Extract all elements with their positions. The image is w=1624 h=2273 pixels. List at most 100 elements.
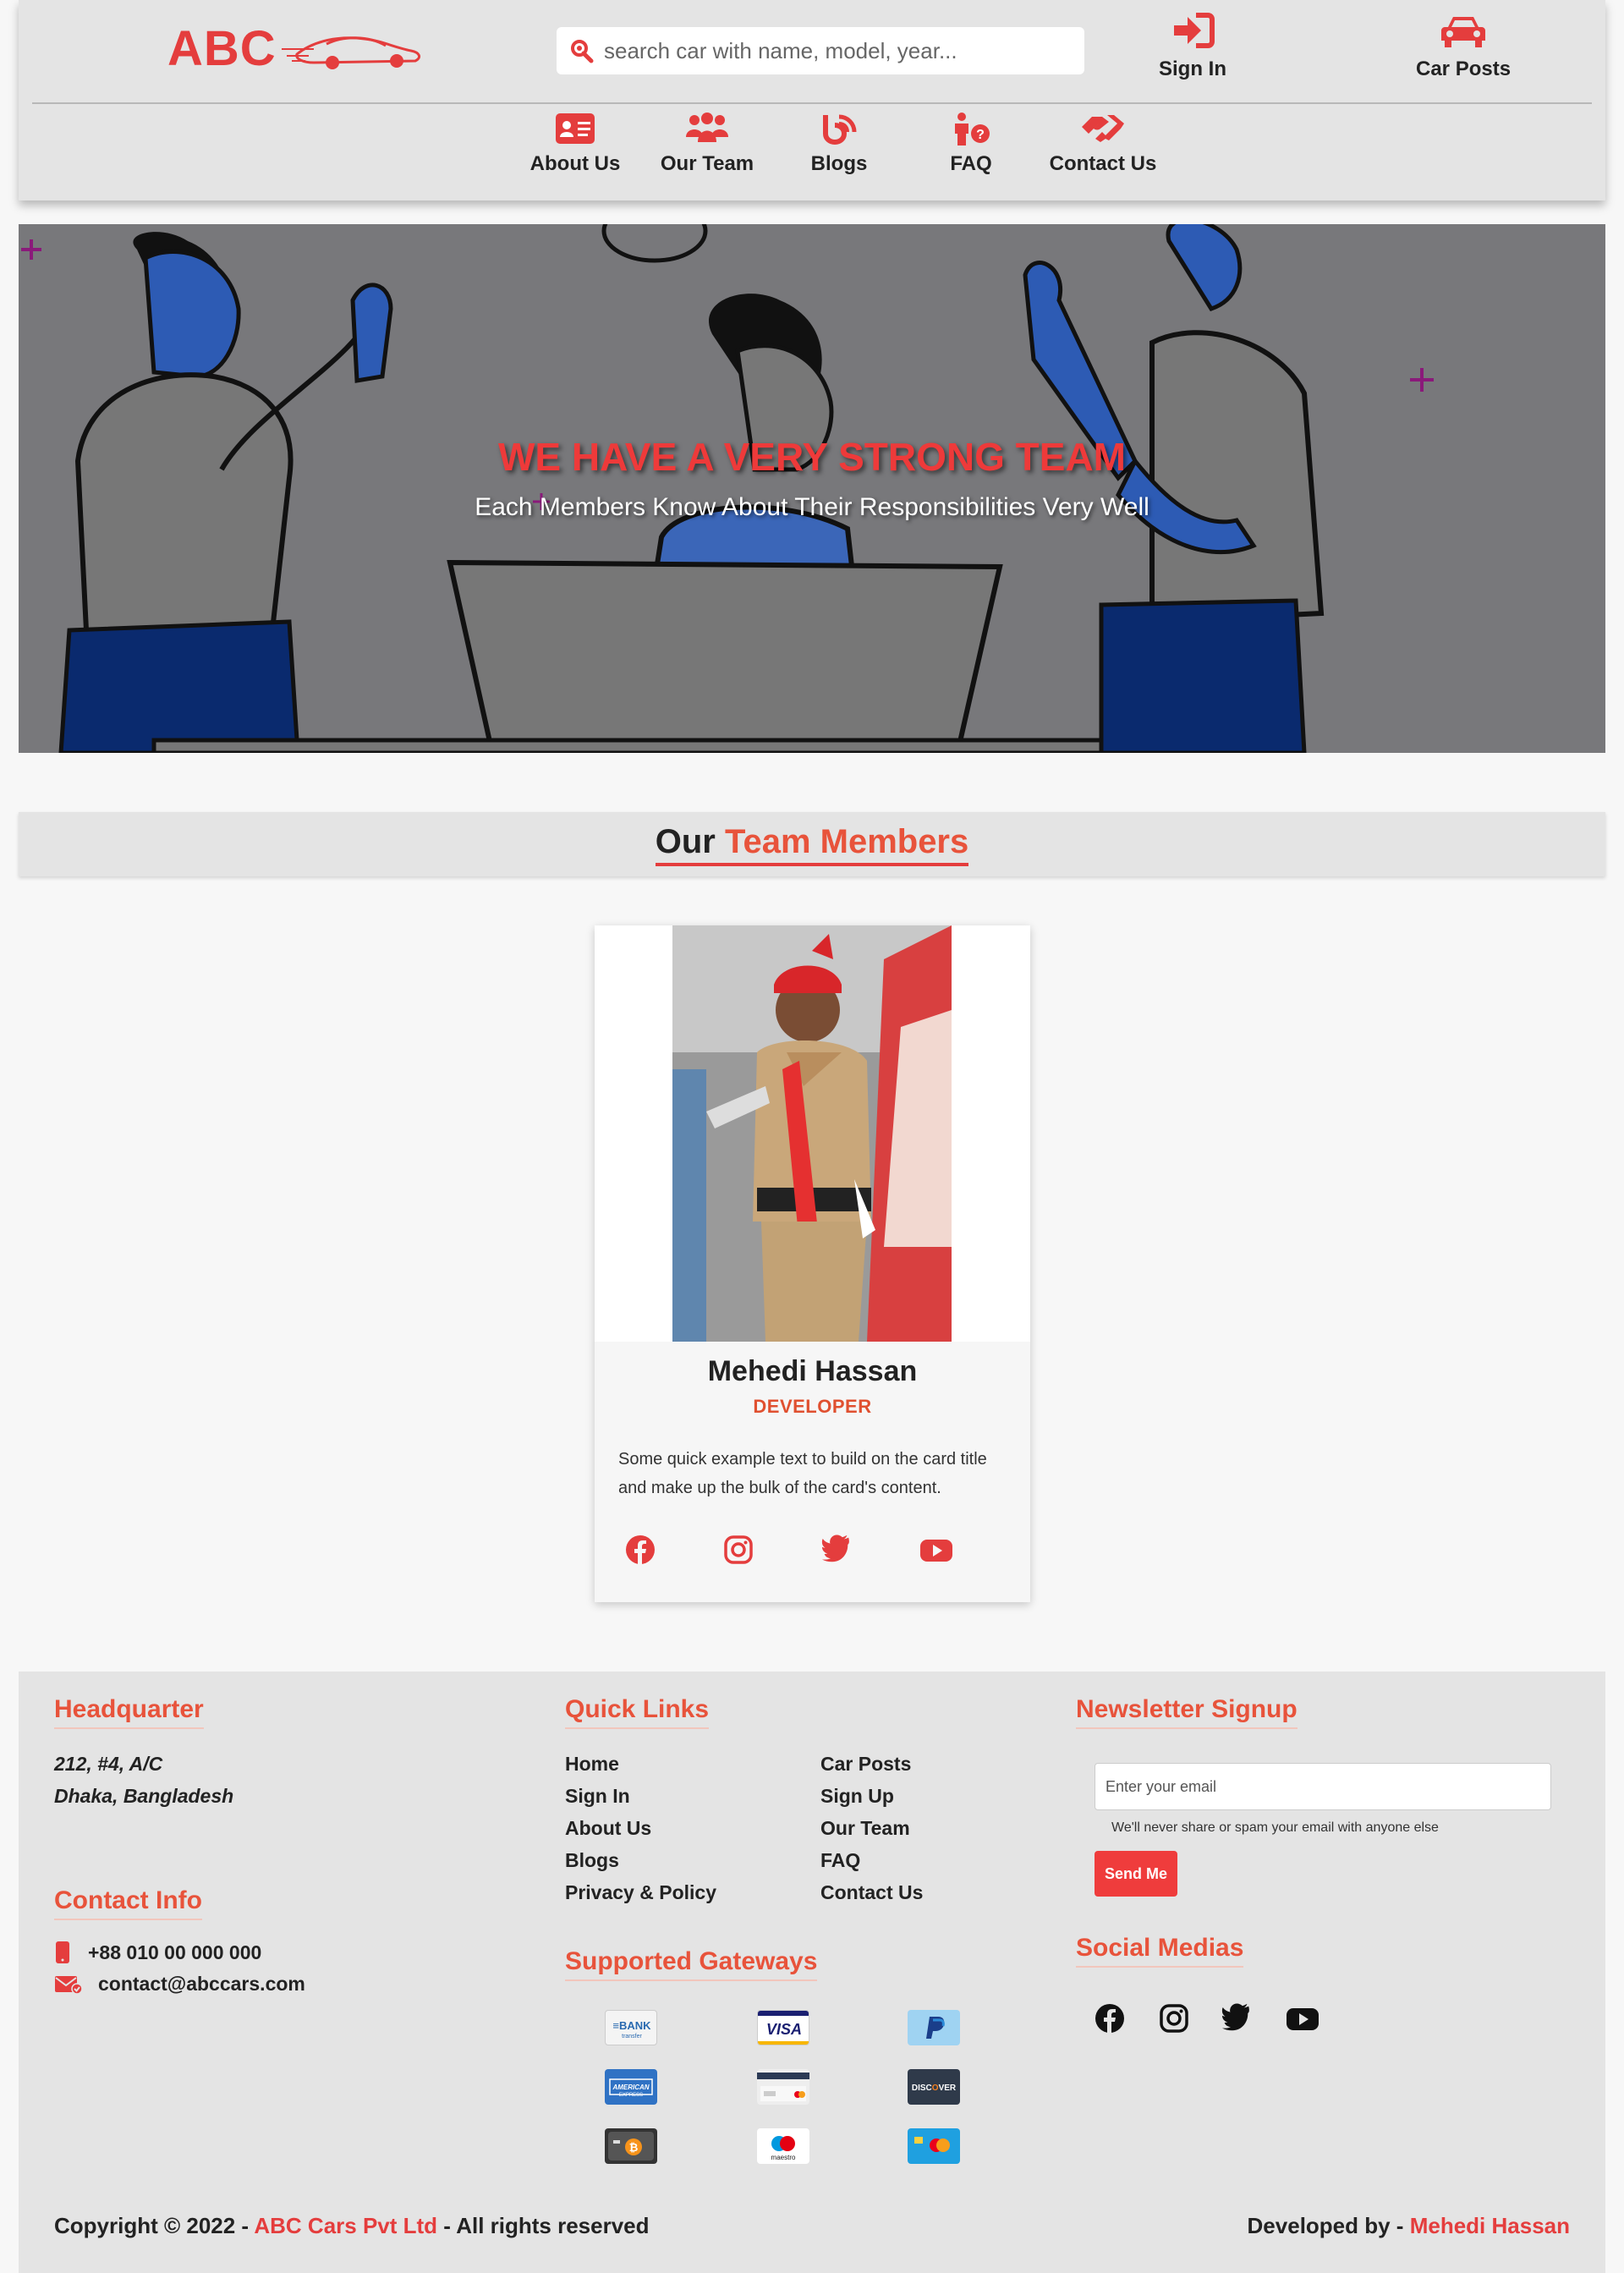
footer-link-contact-us[interactable]: Contact Us	[820, 1881, 923, 1904]
svg-text:AMERICAN: AMERICAN	[612, 2084, 649, 2091]
newsletter-title: Newsletter Signup	[1076, 1695, 1298, 1729]
blog-icon	[823, 114, 857, 145]
footer-link-sign-up[interactable]: Sign Up	[820, 1785, 894, 1808]
nav-label: Contact Us	[1049, 152, 1157, 175]
svg-text:VISA: VISA	[766, 2021, 802, 2038]
footer-link-home[interactable]: Home	[565, 1753, 619, 1776]
paypal-icon	[908, 2010, 960, 2045]
footer-link-faq[interactable]: FAQ	[820, 1849, 860, 1872]
nav-label: Blogs	[810, 152, 868, 175]
nav-item-contact-us[interactable]: Contact Us	[1037, 112, 1169, 176]
sign-in-button[interactable]: Sign In	[1159, 12, 1226, 81]
section-title: Our Team Members	[655, 822, 969, 866]
mastercard-icon	[908, 2128, 960, 2164]
svg-text:transfer: transfer	[622, 2034, 642, 2040]
nav-item-blogs[interactable]: Blogs	[773, 112, 905, 176]
main-nav: About Us Our Team Blogs ? FAQ Contact Us	[509, 112, 1169, 176]
send-me-button[interactable]: Send Me	[1095, 1851, 1177, 1897]
developer-credit: Developed by - Mehedi Hassan	[1248, 2213, 1570, 2239]
nav-label: About Us	[529, 152, 621, 175]
nav-label: FAQ	[950, 152, 992, 175]
site-header: ABC Sign In Car Posts	[19, 0, 1605, 200]
youtube-icon[interactable]	[919, 1535, 1018, 1569]
nav-item-faq[interactable]: ? FAQ	[905, 112, 1037, 176]
question-person-icon: ?	[955, 113, 990, 145]
contact-info-title: Contact Info	[54, 1886, 202, 1920]
svg-text:DISCOVER: DISCOVER	[912, 2084, 957, 2093]
gateways-title: Supported Gateways	[565, 1947, 818, 1981]
svg-text:₿: ₿	[629, 2141, 639, 2154]
footer-link-sign-in[interactable]: Sign In	[565, 1785, 630, 1808]
twitter-icon[interactable]	[821, 1535, 919, 1569]
bitcoin-icon: ₿	[605, 2128, 657, 2164]
car-posts-button[interactable]: Car Posts	[1416, 12, 1511, 81]
address-line2: Dhaka, Bangladesh	[54, 1785, 234, 1807]
svg-text:?: ?	[976, 128, 985, 142]
youtube-icon[interactable]	[1286, 2003, 1320, 2038]
brand-logo[interactable]: ABC	[167, 20, 424, 77]
hero-subtitle: Each Members Know About Their Responsibi…	[475, 493, 1149, 521]
id-card-icon	[556, 113, 595, 144]
instagram-icon[interactable]	[723, 1535, 821, 1569]
member-role: DEVELOPER	[753, 1396, 872, 1417]
hero-title: WE HAVE A VERY STRONG TEAM	[497, 435, 1127, 479]
maestro-icon: maestro	[757, 2128, 809, 2164]
contact-email[interactable]: contact@abccars.com	[54, 1973, 305, 1996]
quick-links-title: Quick Links	[565, 1695, 710, 1729]
car-icon	[1441, 17, 1486, 47]
headquarter-title: Headquarter	[54, 1695, 204, 1729]
mobile-phone-icon	[56, 1941, 69, 1963]
developed-prefix: Developed by -	[1247, 2213, 1404, 2238]
copyright: Copyright © 2022 - ABC Cars Pvt Ltd - Al…	[54, 2213, 650, 2239]
team-icon	[686, 113, 728, 142]
team-member-card: Mehedi Hassan DEVELOPER Some quick examp…	[595, 925, 1030, 1602]
footer-link-about-us[interactable]: About Us	[565, 1817, 651, 1840]
site-footer: Headquarter 212, #4, A/C Dhaka, Banglade…	[19, 1672, 1605, 2273]
nav-item-about-us[interactable]: About Us	[509, 112, 641, 176]
car-icon	[281, 36, 420, 69]
team-section-heading: Our Team Members	[19, 812, 1605, 876]
developer-link[interactable]: Mehedi Hassan	[1410, 2213, 1570, 2238]
facebook-icon[interactable]	[1095, 2003, 1125, 2038]
bank-transfer-icon: ≡BANK transfer	[605, 2010, 657, 2045]
car-posts-label: Car Posts	[1416, 58, 1512, 80]
footer-link-our-team[interactable]: Our Team	[820, 1817, 910, 1840]
member-socials	[625, 1535, 1018, 1569]
visa-icon: VISA	[757, 2010, 809, 2045]
company-link[interactable]: ABC Cars Pvt Ltd	[254, 2213, 437, 2238]
handshake-icon	[1082, 115, 1124, 142]
instagram-icon[interactable]	[1159, 2003, 1189, 2038]
section-title-part1: Our	[655, 823, 716, 860]
sign-in-icon	[1174, 13, 1215, 48]
facebook-icon[interactable]	[625, 1535, 723, 1569]
member-name: Mehedi Hassan	[707, 1355, 918, 1387]
section-title-part2: Team Members	[724, 823, 969, 860]
copyright-prefix: Copyright © 2022 -	[54, 2213, 250, 2238]
header-divider	[32, 102, 1592, 104]
hero-banner: WE HAVE A VERY STRONG TEAM Each Members …	[19, 224, 1605, 753]
discover-icon: DISCOVER	[908, 2069, 960, 2105]
team-illustration	[19, 224, 1605, 753]
svg-text:EXPRESS: EXPRESS	[619, 2093, 643, 2098]
newsletter-email-input[interactable]	[1095, 1763, 1551, 1810]
newsletter-note: We'll never share or spam your email wit…	[1111, 1820, 1439, 1835]
svg-text:≡BANK: ≡BANK	[612, 2019, 651, 2032]
search-bar	[557, 27, 1084, 74]
brand-name: ABC	[167, 21, 277, 76]
search-input[interactable]	[595, 27, 1084, 74]
nav-item-our-team[interactable]: Our Team	[641, 112, 773, 176]
address-line1: 212, #4, A/C	[54, 1753, 163, 1775]
contact-phone[interactable]: +88 010 00 000 000	[54, 1941, 261, 1964]
member-description: Some quick example text to build on the …	[618, 1450, 987, 1497]
credit-card-icon	[757, 2069, 809, 2105]
svg-text:maestro: maestro	[771, 2154, 796, 2161]
sign-in-label: Sign In	[1159, 58, 1226, 80]
email-check-icon	[55, 1975, 83, 1995]
social-medias-title: Social Medias	[1076, 1934, 1244, 1968]
search-icon[interactable]	[567, 36, 595, 65]
footer-link-car-posts[interactable]: Car Posts	[820, 1753, 911, 1776]
phone-text: +88 010 00 000 000	[88, 1941, 262, 1963]
footer-link-privacy-policy[interactable]: Privacy & Policy	[565, 1881, 716, 1904]
twitter-icon[interactable]	[1221, 2003, 1252, 2038]
footer-link-blogs[interactable]: Blogs	[565, 1849, 619, 1872]
